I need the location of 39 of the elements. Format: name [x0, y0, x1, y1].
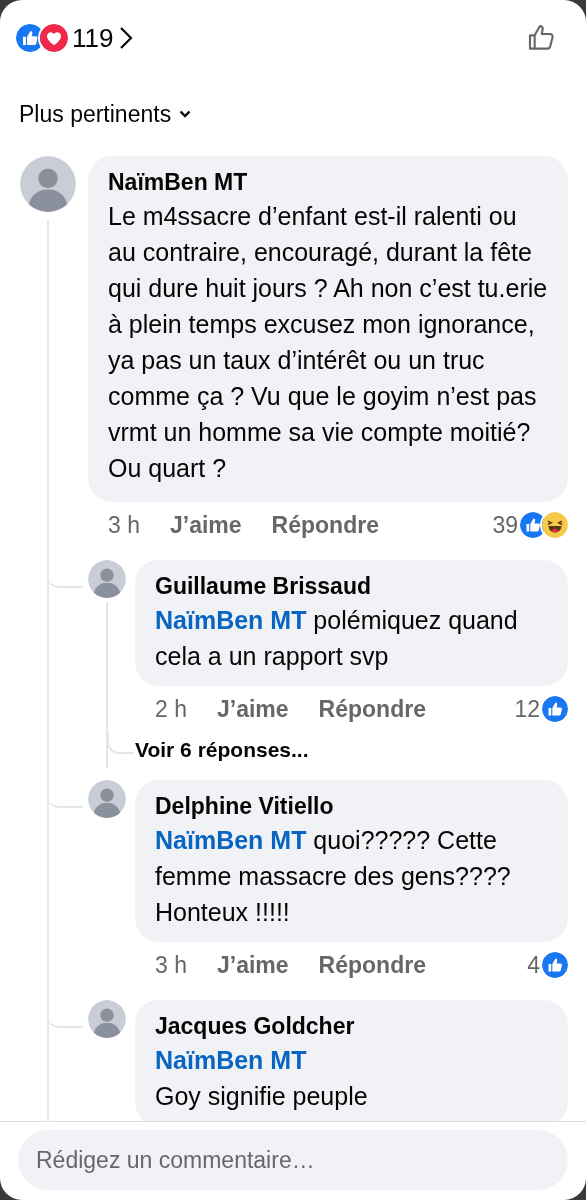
reaction-count: 12	[514, 694, 540, 724]
heart-reaction-icon	[40, 24, 68, 52]
author-name[interactable]: NaïmBen MT	[108, 166, 548, 198]
reply-link[interactable]: Répondre	[318, 691, 426, 727]
like-reaction-icon	[520, 512, 546, 538]
comment-time: 3 h	[108, 510, 140, 540]
comment-text: Goy signifie peuple	[155, 1081, 369, 1112]
reaction-count: 39	[492, 510, 518, 540]
avatar[interactable]	[88, 1000, 126, 1038]
like-link[interactable]: J’aime	[170, 507, 242, 543]
comment-time: 3 h	[155, 950, 187, 980]
author-name[interactable]: Guillaume Brissaud	[155, 570, 548, 602]
avatar[interactable]	[20, 156, 76, 212]
comment-text: Le m4ssacre d’enfant est-il ralenti ou au contraire, encouragé, durant la fête qui dure huit jours ? Ah non c’est tu.erie à plein temps excusez mon ignorance, ya pas un taux d’intérêt ou un truc comme ça ? Vu que le goyim n’est pas vrmt un homme sa vie compte moitié? Ou quart ?	[108, 201, 548, 484]
avatar[interactable]	[88, 560, 126, 598]
chevron-down-icon	[179, 110, 192, 118]
reply-link[interactable]: Répondre	[318, 947, 426, 983]
reaction-count: 4	[527, 950, 540, 980]
like-link[interactable]: J’aime	[217, 691, 289, 727]
like-link[interactable]: J’aime	[217, 947, 289, 983]
reaction-count[interactable]: 119	[72, 18, 114, 58]
comment-time: 2 h	[155, 694, 187, 724]
reply-link[interactable]: Répondre	[271, 507, 379, 543]
like-reaction-icon	[16, 24, 44, 52]
sort-dropdown[interactable]: Plus pertinents	[19, 96, 192, 132]
mention-link[interactable]: NaïmBen MT	[155, 826, 307, 854]
like-reaction-icon	[542, 952, 568, 978]
author-name[interactable]: Delphine Vitiello	[155, 790, 548, 822]
comment-input[interactable]: Rédigez un commentaire…	[18, 1130, 568, 1190]
like-reaction-icon	[542, 696, 568, 722]
chevron-right-icon[interactable]	[119, 26, 134, 50]
laughing-face-icon	[542, 512, 568, 538]
comment-text: NaïmBen MT polémiquez quand cela a un rapport svp	[155, 605, 519, 672]
comment-text: NaïmBen MT quoi????? Cette femme massacre des gens???? Honteux !!!!!	[155, 825, 512, 928]
view-replies-link[interactable]: Voir 6 réponses...	[135, 734, 309, 766]
mention-link[interactable]: NaïmBen MT	[155, 1042, 548, 1078]
author-name[interactable]: Jacques Goldcher	[155, 1010, 548, 1042]
avatar[interactable]	[88, 780, 126, 818]
mention-link[interactable]: NaïmBen MT	[155, 606, 307, 634]
